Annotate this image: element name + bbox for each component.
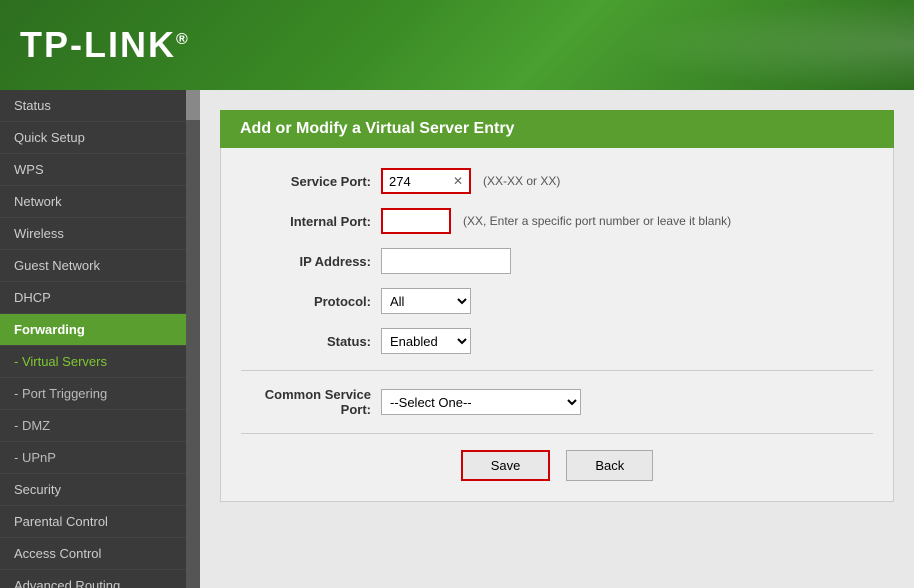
common-service-port-label: Common Service Port:: [241, 387, 381, 417]
sidebar-item-port-triggering[interactable]: - Port Triggering: [0, 378, 200, 410]
scrollbar[interactable]: [186, 90, 200, 588]
service-port-label: Service Port:: [241, 174, 381, 189]
content-area: Add or Modify a Virtual Server Entry Ser…: [200, 90, 914, 588]
service-port-row: Service Port: ✕ (XX-XX or XX): [241, 168, 873, 194]
form-section: Service Port: ✕ (XX-XX or XX) Internal P…: [220, 148, 894, 502]
header: TP-LINK®: [0, 0, 914, 90]
common-service-port-row: Common Service Port: --Select One-- FTP …: [241, 387, 873, 417]
logo: TP-LINK®: [20, 24, 190, 66]
back-button[interactable]: Back: [566, 450, 653, 481]
sidebar-item-network[interactable]: Network: [0, 186, 200, 218]
sidebar: Status Quick Setup WPS Network Wireless …: [0, 90, 200, 588]
sidebar-item-forwarding[interactable]: Forwarding: [0, 314, 200, 346]
protocol-row: Protocol: All TCP UDP: [241, 288, 873, 314]
internal-port-label: Internal Port:: [241, 214, 381, 229]
buttons-row: Save Back: [241, 450, 873, 481]
sidebar-item-status[interactable]: Status: [0, 90, 200, 122]
status-label: Status:: [241, 334, 381, 349]
sidebar-item-guest-network[interactable]: Guest Network: [0, 250, 200, 282]
sidebar-item-dhcp[interactable]: DHCP: [0, 282, 200, 314]
protocol-label: Protocol:: [241, 294, 381, 309]
internal-port-row: Internal Port: (XX, Enter a specific por…: [241, 208, 873, 234]
sidebar-item-dmz[interactable]: - DMZ: [0, 410, 200, 442]
sidebar-item-virtual-servers[interactable]: - Virtual Servers: [0, 346, 200, 378]
sidebar-item-upnp[interactable]: - UPnP: [0, 442, 200, 474]
protocol-select[interactable]: All TCP UDP: [381, 288, 471, 314]
page-title: Add or Modify a Virtual Server Entry: [220, 110, 894, 148]
ip-address-label: IP Address:: [241, 254, 381, 269]
service-port-clear-button[interactable]: ✕: [449, 174, 467, 188]
sidebar-item-access-control[interactable]: Access Control: [0, 538, 200, 570]
ip-address-row: IP Address:: [241, 248, 873, 274]
main-layout: Status Quick Setup WPS Network Wireless …: [0, 90, 914, 588]
service-port-hint: (XX-XX or XX): [483, 174, 560, 188]
internal-port-wrapper: (XX, Enter a specific port number or lea…: [381, 208, 731, 234]
status-select[interactable]: Enabled Disabled: [381, 328, 471, 354]
sidebar-item-security[interactable]: Security: [0, 474, 200, 506]
service-port-wrapper: ✕ (XX-XX or XX): [381, 168, 560, 194]
sidebar-item-advanced-routing[interactable]: Advanced Routing: [0, 570, 200, 588]
sidebar-item-wps[interactable]: WPS: [0, 154, 200, 186]
sidebar-item-wireless[interactable]: Wireless: [0, 218, 200, 250]
sidebar-item-parental-control[interactable]: Parental Control: [0, 506, 200, 538]
scrollbar-thumb[interactable]: [186, 90, 200, 120]
common-service-port-select[interactable]: --Select One-- FTP HTTP HTTPS SMTP DNS T…: [381, 389, 581, 415]
save-button[interactable]: Save: [461, 450, 551, 481]
sidebar-item-quick-setup[interactable]: Quick Setup: [0, 122, 200, 154]
status-row: Status: Enabled Disabled: [241, 328, 873, 354]
divider-2: [241, 433, 873, 434]
divider-1: [241, 370, 873, 371]
internal-port-hint: (XX, Enter a specific port number or lea…: [463, 214, 731, 228]
ip-address-input[interactable]: [381, 248, 511, 274]
internal-port-input[interactable]: [381, 208, 451, 234]
